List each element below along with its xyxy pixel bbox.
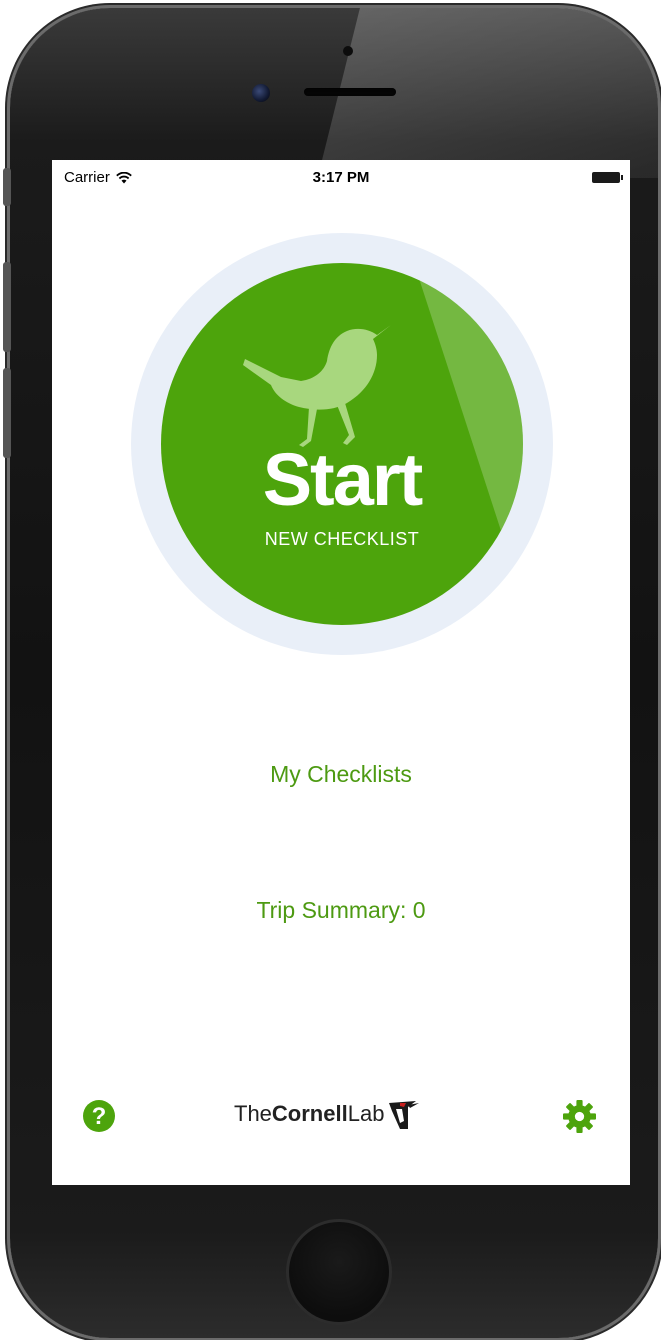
earpiece-speaker — [304, 88, 396, 96]
bird-icon — [243, 325, 391, 447]
mute-switch[interactable] — [3, 168, 11, 206]
battery-icon — [592, 172, 623, 183]
volume-up-button[interactable] — [3, 262, 11, 352]
status-time: 3:17 PM — [312, 169, 370, 186]
front-camera — [252, 84, 270, 102]
logo-the: The — [234, 1101, 272, 1126]
start-new-checklist-button[interactable]: Start NEW CHECKLIST — [161, 263, 523, 625]
home-button[interactable] — [286, 1219, 392, 1325]
my-checklists-link[interactable]: My Checklists — [52, 761, 630, 788]
logo-lab: Lab — [347, 1101, 385, 1126]
logo-cornell: Cornell — [271, 1101, 348, 1126]
device-frame-stage: Carrier 3:17 PM Start NEW CHECKLIST My C… — [0, 0, 661, 1340]
trip-summary-link[interactable]: Trip Summary: 0 — [52, 897, 630, 924]
help-icon[interactable]: ? — [83, 1100, 115, 1132]
cornell-lab-logo: The Cornell Lab — [234, 1097, 420, 1131]
svg-text:?: ? — [92, 1103, 107, 1130]
proximity-sensor — [343, 46, 353, 56]
start-title: Start — [262, 438, 424, 521]
start-subtitle: NEW CHECKLIST — [264, 529, 420, 549]
volume-down-button[interactable] — [3, 368, 11, 458]
gear-icon[interactable] — [563, 1100, 596, 1133]
woodpecker-logo-icon — [389, 1101, 420, 1129]
status-bar: Carrier 3:17 PM — [52, 160, 630, 198]
app-screen: Carrier 3:17 PM Start NEW CHECKLIST My C… — [52, 160, 630, 1185]
